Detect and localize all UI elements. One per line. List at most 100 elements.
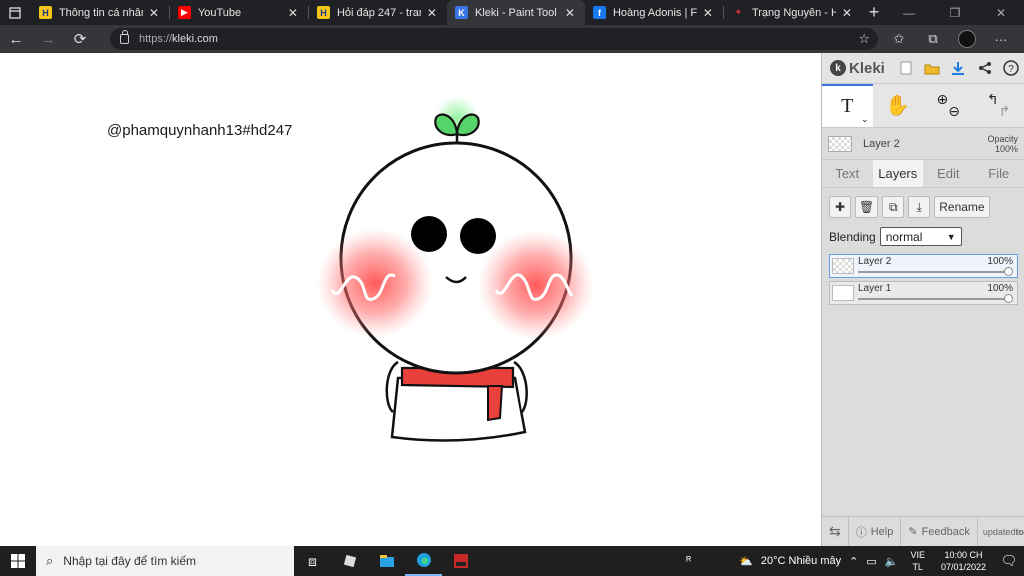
browser-tab[interactable]: H Thông tin cá nhân ✕ [31,0,169,25]
updated-line2: today [1015,526,1024,537]
layer-item[interactable]: Layer 2 100% [829,254,1018,278]
text-tool-icon: T [841,95,854,117]
updated-line1: updated [982,526,1016,537]
clock[interactable]: 10:00 CH 07/01/2022 [933,549,994,573]
swap-side-icon[interactable]: ⇆ [822,517,849,546]
layer-opacity-slider[interactable] [858,298,1009,300]
file-explorer-icon[interactable] [368,546,405,576]
tab-close-icon[interactable]: ✕ [701,6,715,20]
tab-close-icon[interactable]: ✕ [425,6,439,20]
hand-tool-button[interactable]: ✋ [873,84,924,127]
forward-button[interactable]: → [32,25,64,53]
text-tool-button[interactable]: T ⌄ [822,84,873,127]
chevron-down-icon[interactable]: ⌄ [861,114,869,125]
taskbar-search[interactable]: ⌕ Nhập tại đây để tìm kiếm [36,546,294,576]
redo-icon[interactable]: ↱ [999,103,1011,120]
browser-tab[interactable]: K Kleki - Paint Tool ✕ [446,0,585,25]
weather-text[interactable]: 20°C Nhiều mây [757,555,845,567]
rename-layer-button[interactable]: Rename [934,196,990,218]
tab-edit[interactable]: Edit [923,160,974,187]
game-app-icon[interactable] [442,546,479,576]
lock-icon [120,30,129,44]
restore-icon[interactable]: ❐ [932,0,978,25]
layer-item[interactable]: Layer 1 100% [829,281,1018,305]
svg-text:?: ? [1008,64,1014,75]
tab-layers[interactable]: Layers [872,160,923,187]
layer-thumbnail [832,285,854,301]
collections-icon[interactable]: ⧉ [916,31,950,47]
tab-close-icon[interactable]: ✕ [840,6,854,20]
weather-icon: ⛅ [739,555,753,568]
add-layer-icon[interactable]: ✚ [829,196,851,218]
share-icon[interactable] [972,56,998,80]
browser-tab[interactable]: ▶ YouTube ✕ [170,0,308,25]
browser-tab[interactable]: f Hoàng Adonis | Faceb ✕ [585,0,723,25]
help-label: Help [870,525,894,538]
tab-close-icon[interactable]: ✕ [147,6,161,20]
new-tab-button[interactable]: + [862,0,886,25]
chevron-down-icon: ▼ [946,231,956,242]
slider-handle[interactable] [1004,294,1013,303]
edge-browser-icon[interactable] [405,546,442,576]
minimize-icon[interactable]: — [886,0,932,25]
canvas-watermark-text: @phamquynhanh13#hd247 [107,122,293,139]
network-icon[interactable]: ▭ [862,555,880,568]
tab-actions-icon[interactable] [0,0,31,25]
chevron-up-icon[interactable]: ⌃ [845,555,862,568]
kleki-logo[interactable]: k Kleki [830,60,885,77]
blending-select[interactable]: normal ▼ [879,227,962,246]
zoom-out-icon[interactable]: ⊖ [948,103,960,120]
search-icon: ⌕ [46,553,54,568]
layer-opacity-slider[interactable] [858,271,1009,273]
delete-layer-icon[interactable]: 🗑 [855,196,879,218]
browser-tab[interactable]: ✦ Trạng Nguyên - Học t ✕ [724,0,862,25]
windows-taskbar: ⌕ Nhập tại đây để tìm kiếm ⧈ ᴿ ⛅ 20°C Nh… [0,546,1024,576]
zoom-buttons: ⊕ ⊖ [923,84,974,127]
new-image-icon[interactable] [893,56,919,80]
task-view-icon[interactable]: ⧈ [294,546,331,576]
feedback-link[interactable]: ✎ Feedback [901,517,978,546]
tab-file[interactable]: File [974,160,1024,187]
browser-tab[interactable]: H Hỏi đáp 247 - trang tr ✕ [309,0,447,25]
current-layer-thumbnail [828,135,852,152]
people-icon[interactable]: ᴿ [682,555,695,567]
window-controls: — ❐ ✕ [886,0,1024,25]
favorite-star-icon[interactable]: ☆ [858,31,870,47]
roblox-icon[interactable] [331,546,368,576]
tab-favicon-icon: ✦ [731,6,745,19]
input-language[interactable]: VIE TL [902,549,933,573]
undo-icon[interactable]: ↰ [987,91,999,108]
duplicate-layer-icon[interactable]: ⧉ [882,196,905,218]
back-button[interactable]: ← [0,25,32,53]
help-icon[interactable]: ? [998,56,1024,80]
notifications-icon[interactable]: 🗨 [994,553,1024,569]
kleki-logo-icon: k [830,60,846,76]
volume-icon[interactable]: 🔈 [881,555,903,568]
slider-handle[interactable] [1004,267,1013,276]
window-close-icon[interactable]: ✕ [978,0,1024,25]
zoom-in-icon[interactable]: ⊕ [937,91,949,108]
help-link[interactable]: ⓘ Help [849,517,902,546]
open-folder-icon[interactable] [919,56,945,80]
drawing-canvas[interactable]: @phamquynhanh13#hd247 [0,53,821,546]
tab-text[interactable]: Text [822,160,873,187]
browser-toolbar: ← → ⟳ https://kleki.com ☆ ✩ ⧉ ··· [0,25,1024,53]
tab-close-icon[interactable]: ✕ [286,6,300,20]
reload-button[interactable]: ⟳ [64,25,96,53]
start-button[interactable] [0,546,36,576]
updated-notice[interactable]: updated today [978,517,1024,546]
tab-title: Hoàng Adonis | Faceb [612,6,697,19]
taskbar-search-placeholder: Nhập tại đây để tìm kiếm [63,554,197,568]
favorites-icon[interactable]: ✩ [882,31,916,47]
more-menu-icon[interactable]: ··· [984,32,1018,47]
merge-down-icon[interactable]: ⤓ [908,196,931,218]
feedback-icon: ✎ [908,526,918,538]
profile-avatar[interactable] [958,30,976,48]
tab-close-icon[interactable]: ✕ [563,6,577,20]
address-bar[interactable]: https://kleki.com ☆ [110,28,878,50]
download-icon[interactable] [945,56,971,80]
tab-title: Kleki - Paint Tool [474,6,557,19]
tab-title: YouTube [197,6,242,19]
panel-tabs: Text Layers Edit File [822,160,1024,188]
url-scheme: https:// [139,33,173,45]
